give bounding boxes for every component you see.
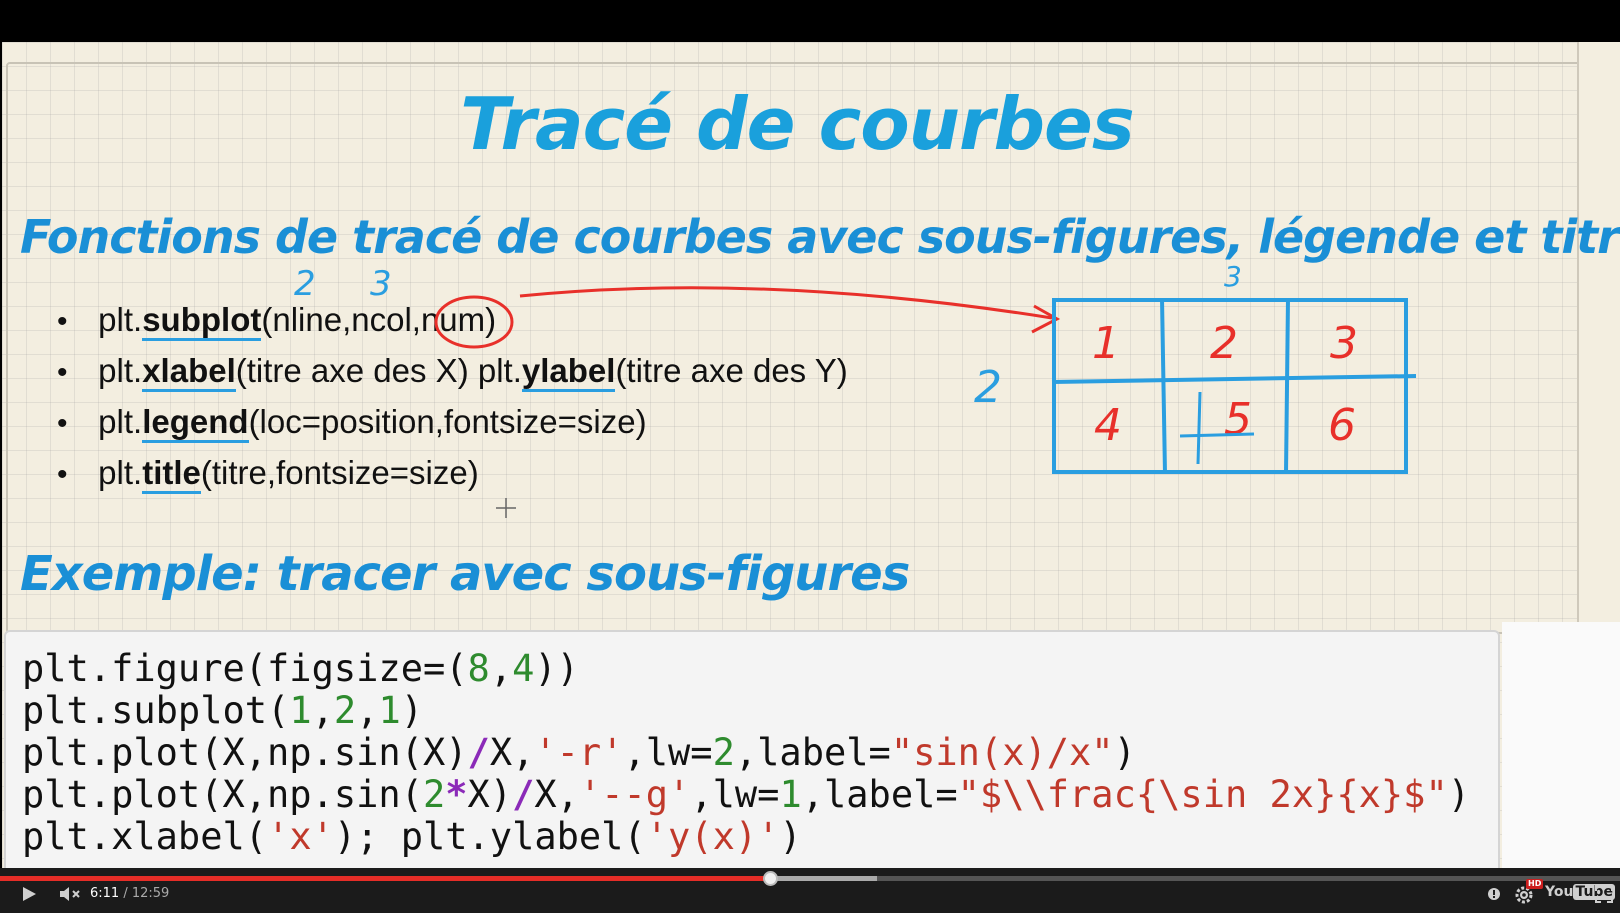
- code-line: plt.plot(X,np.sin(2*X)/X,'--g',lw=1,labe…: [22, 773, 1471, 816]
- slide-title: Tracé de courbes: [460, 82, 1134, 166]
- gear-icon: [1515, 886, 1533, 904]
- list-item: plt.subplot(nline,ncol,num): [57, 294, 848, 345]
- code-line: plt.subplot(1,2,1): [22, 689, 423, 732]
- mute-button[interactable]: [58, 884, 84, 904]
- function-name: xlabel: [142, 352, 236, 392]
- letterbox-top: [0, 0, 1620, 42]
- code-line: plt.xlabel('x'); plt.ylabel('y(x)'): [22, 815, 802, 858]
- progress-scrubber[interactable]: [763, 871, 778, 886]
- blank-area: [1502, 622, 1620, 868]
- list-item: plt.legend(loc=position,fontsize=size): [57, 396, 848, 447]
- slide-subtitle: Fonctions de tracé de courbes avec sous-…: [20, 210, 1620, 264]
- function-name: ylabel: [521, 352, 616, 392]
- progress-played[interactable]: [0, 876, 771, 881]
- list-item: plt.title(titre,fontsize=size): [57, 447, 848, 498]
- annotations-icon: [1488, 888, 1500, 900]
- list-item: plt.xlabel(titre axe des X) plt.ylabel(t…: [57, 345, 848, 396]
- code-block: plt.figure(figsize=(8,4)) plt.subplot(1,…: [4, 630, 1500, 868]
- play-icon: [23, 887, 36, 901]
- fullscreen-icon: [1595, 885, 1613, 903]
- total-time: 12:59: [131, 886, 170, 901]
- time-display: 6:11 / 12:59: [90, 886, 170, 901]
- function-name: title: [142, 454, 201, 494]
- progress-bar[interactable]: [0, 871, 1620, 886]
- example-title: Exemple: tracer avec sous-figures: [20, 546, 910, 602]
- code-line: plt.figure(figsize=(8,4)): [22, 647, 579, 690]
- play-button[interactable]: [20, 885, 38, 903]
- hd-badge: HD: [1526, 879, 1544, 889]
- function-list: plt.subplot(nline,ncol,num) plt.xlabel(t…: [57, 294, 848, 498]
- current-time: 6:11: [90, 886, 120, 901]
- function-name: subplot: [142, 301, 262, 341]
- video-frame[interactable]: Tracé de courbes Fonctions de tracé de c…: [2, 42, 1620, 868]
- code-line: plt.plot(X,np.sin(X)/X,'-r',lw=2,label="…: [22, 731, 1136, 774]
- annotations-button[interactable]: [1486, 885, 1502, 903]
- muted-speaker-icon: [60, 887, 80, 901]
- function-name: legend: [142, 403, 249, 443]
- fullscreen-button[interactable]: [1594, 884, 1614, 904]
